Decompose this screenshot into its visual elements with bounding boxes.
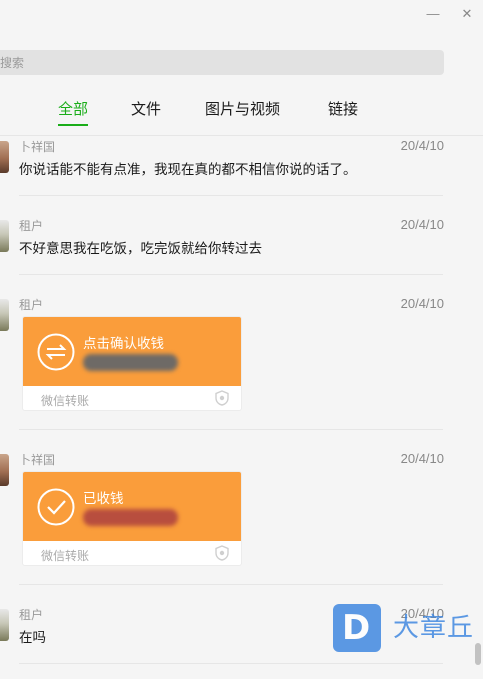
message-text: 不好意思我在吃饭，吃完饭就给你转过去 <box>19 241 262 256</box>
watermark-letter: D <box>342 608 371 648</box>
message-text: 你说话能不能有点准，我现在真的都不相信你说的话了。 <box>19 162 357 177</box>
divider <box>19 663 443 664</box>
title-bar: — ✕ <box>0 0 483 30</box>
transfer-status: 已收钱 <box>83 491 124 506</box>
checkmark-icon <box>37 488 75 526</box>
avatar[interactable] <box>0 220 9 252</box>
message-date: 20/4/10 <box>400 296 444 311</box>
tab-links[interactable]: 链接 <box>328 98 358 119</box>
tab-images-videos[interactable]: 图片与视频 <box>205 98 280 119</box>
message-date: 20/4/10 <box>400 217 444 232</box>
transfer-arrows-icon <box>37 333 75 371</box>
redacted-amount <box>83 354 178 371</box>
transfer-card-header: 点击确认收钱 <box>23 317 241 386</box>
transfer-card[interactable]: 点击确认收钱 微信转账 <box>22 316 242 411</box>
sender-name: 租户 <box>19 608 44 622</box>
watermark-logo: D 大章丘 <box>333 604 483 654</box>
search-input[interactable] <box>0 50 444 75</box>
shield-icon <box>215 390 229 406</box>
divider <box>19 429 443 430</box>
watermark-badge: D <box>333 604 381 652</box>
close-button[interactable]: ✕ <box>457 4 477 24</box>
avatar[interactable] <box>0 609 9 641</box>
minimize-button[interactable]: — <box>423 4 443 24</box>
avatar[interactable] <box>0 141 9 173</box>
divider <box>19 195 443 196</box>
watermark-text: 大章丘 <box>393 613 475 643</box>
message-date: 20/4/10 <box>400 138 444 153</box>
sender-name: 租户 <box>19 219 44 233</box>
divider <box>19 584 443 585</box>
sender-name: 卜祥国 <box>19 453 56 467</box>
redacted-amount <box>83 509 178 526</box>
filter-tabs: 全部 文件 图片与视频 链接 <box>0 98 483 128</box>
transfer-card-header: 已收钱 <box>23 472 241 541</box>
scrollbar-thumb[interactable] <box>475 643 481 665</box>
divider <box>19 274 443 275</box>
tab-all[interactable]: 全部 <box>58 98 89 126</box>
sender-name: 租户 <box>19 298 44 312</box>
message-date: 20/4/10 <box>400 451 444 466</box>
message-text: 在吗 <box>19 630 46 645</box>
shield-icon <box>215 545 229 561</box>
transfer-label: 微信转账 <box>41 394 90 408</box>
tabs-divider <box>0 135 483 136</box>
search-bar <box>0 50 444 75</box>
avatar[interactable] <box>0 299 9 331</box>
avatar[interactable] <box>0 454 9 486</box>
sender-name: 卜祥国 <box>19 140 56 154</box>
transfer-status: 点击确认收钱 <box>83 336 164 351</box>
transfer-card[interactable]: 已收钱 微信转账 <box>22 471 242 566</box>
transfer-label: 微信转账 <box>41 549 90 563</box>
tab-files[interactable]: 文件 <box>131 98 161 119</box>
